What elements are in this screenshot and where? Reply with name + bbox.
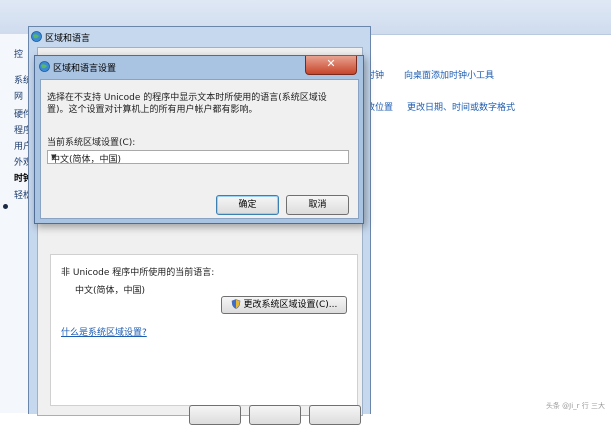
selected-bullet-icon — [3, 204, 8, 209]
ok-button[interactable]: 确定 — [216, 195, 279, 215]
admin-panel: 非 Unicode 程序中所使用的当前语言: 中文(简体，中国) 更改系统区域设… — [50, 254, 358, 406]
system-locale-select[interactable]: 中文(简体，中国) ▼ — [47, 150, 349, 165]
change-date-format-link[interactable]: 更改日期、时间或数字格式 — [407, 100, 515, 113]
dialog-body: 选择在不支持 Unicode 的程序中显示文本时所使用的语言(系统区域设置)。这… — [40, 79, 359, 219]
dialog-title: 区域和语言设置 — [53, 64, 117, 74]
close-button[interactable]: ✕ — [305, 56, 357, 75]
region-language-settings-dialog: 区域和语言设置 ✕ 选择在不支持 Unicode 的程序中显示文本时所使用的语言… — [34, 55, 364, 224]
change-system-locale-label: 更改系统区域设置(C)... — [243, 300, 338, 310]
change-system-locale-button[interactable]: 更改系统区域设置(C)... — [221, 296, 347, 314]
window-title: 区域和语言 — [45, 34, 91, 44]
globe-icon — [39, 61, 50, 72]
sidebar-item[interactable]: 控 — [14, 47, 23, 60]
add-clock-gadget-link[interactable]: 向桌面添加时钟小工具 — [404, 68, 494, 81]
close-icon: ✕ — [326, 57, 336, 70]
apply-button-bg[interactable] — [309, 405, 361, 425]
ok-button-bg[interactable] — [189, 405, 241, 425]
cancel-button[interactable]: 取消 — [286, 195, 349, 215]
shield-icon — [231, 299, 240, 309]
globe-icon — [31, 31, 42, 42]
dialog-description: 选择在不支持 Unicode 的程序中显示文本时所使用的语言(系统区域设置)。这… — [47, 93, 327, 115]
current-language-value: 中文(简体，中国) — [75, 286, 146, 296]
watermark: 头条 @Ji_r 行 三大 — [545, 402, 605, 410]
dropdown-arrow-icon: ▼ — [51, 153, 57, 161]
what-is-system-locale-link[interactable]: 什么是系统区域设置? — [61, 325, 147, 338]
cancel-button-bg[interactable] — [249, 405, 301, 425]
system-locale-label: 当前系统区域设置(C): — [47, 138, 136, 148]
nonunicode-label: 非 Unicode 程序中所使用的当前语言: — [61, 268, 215, 278]
sidebar-item[interactable]: 网 — [14, 89, 23, 102]
